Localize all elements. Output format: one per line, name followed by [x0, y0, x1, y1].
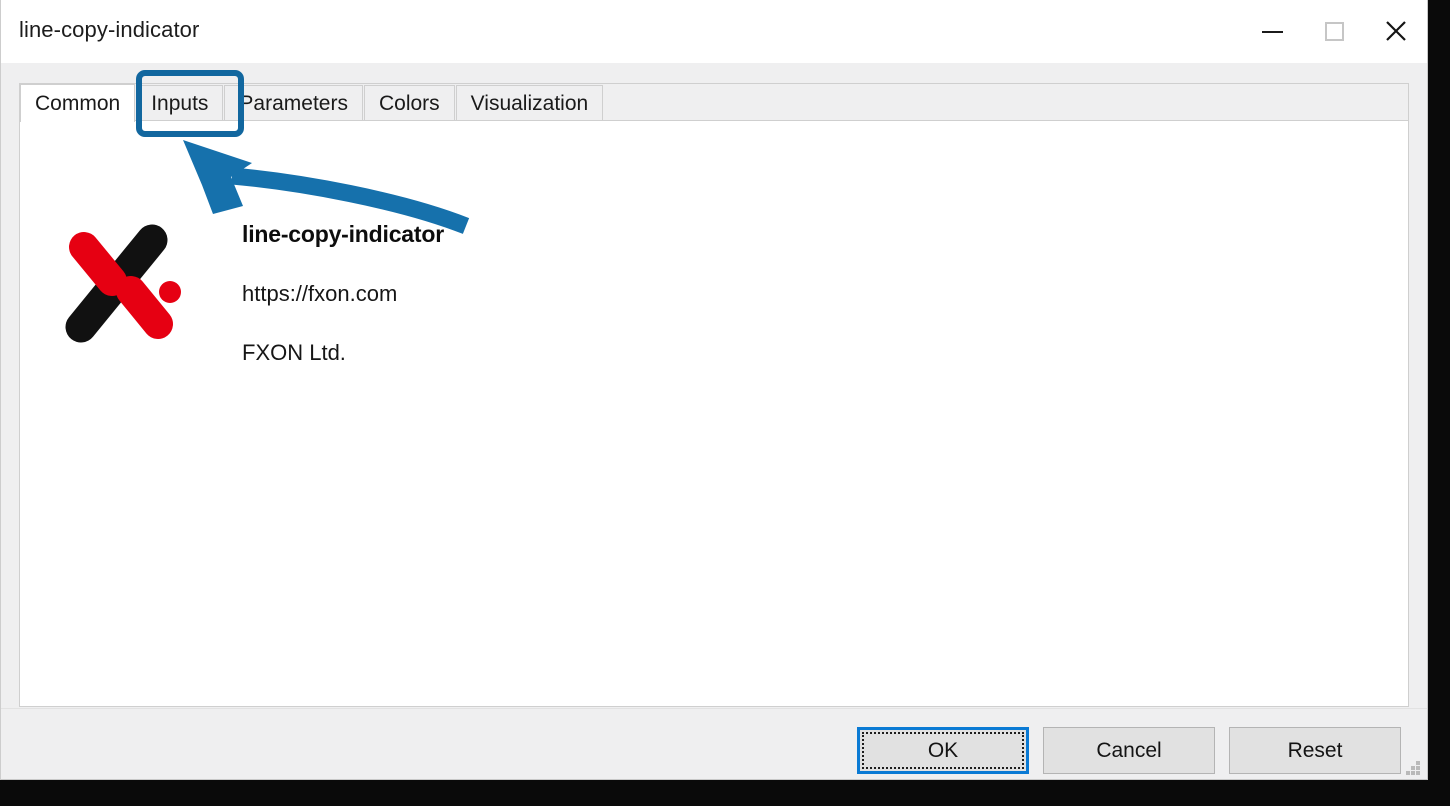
product-name: line-copy-indicator	[242, 221, 444, 247]
reset-button[interactable]: Reset	[1229, 727, 1401, 774]
screen-backdrop: line-copy-indicator Common Inputs Parame…	[0, 0, 1450, 806]
reset-button-label: Reset	[1287, 738, 1343, 762]
tab-label: Visualization	[470, 91, 589, 115]
window-title: line-copy-indicator	[19, 17, 200, 42]
tab-page-common: line-copy-indicator https://fxon.com FXO…	[19, 120, 1409, 707]
tab-label: Colors	[378, 91, 440, 115]
cancel-button[interactable]: Cancel	[1043, 727, 1215, 774]
maximize-icon	[1324, 21, 1344, 41]
dialog-client-area: Common Inputs Parameters Colors Visualiz…	[1, 63, 1427, 779]
tab-strip: Common Inputs Parameters Colors Visualiz…	[19, 83, 1409, 122]
company-name: FXON Ltd.	[242, 340, 346, 365]
tab-label: Parameters	[239, 91, 348, 115]
tab-parameters[interactable]: Parameters	[224, 85, 363, 121]
tab-colors[interactable]: Colors	[363, 85, 455, 121]
tab-label: Common	[35, 91, 121, 115]
ok-button[interactable]: OK	[857, 727, 1029, 774]
window-controls	[1241, 0, 1427, 62]
tab-common[interactable]: Common	[20, 84, 136, 122]
minimize-button[interactable]	[1241, 0, 1303, 62]
title-bar: line-copy-indicator	[1, 0, 1427, 63]
close-button[interactable]	[1365, 0, 1427, 62]
about-panel: line-copy-indicator https://fxon.com FXO…	[20, 121, 1408, 706]
tab-label: Inputs	[151, 91, 209, 115]
dialog-footer: OK Cancel Reset	[1, 708, 1427, 779]
indicator-properties-dialog: line-copy-indicator Common Inputs Parame…	[0, 0, 1428, 780]
fxon-logo	[65, 224, 181, 343]
tab-inputs[interactable]: Inputs	[136, 85, 224, 121]
cancel-button-label: Cancel	[1096, 738, 1162, 762]
dialog-button-row: OK Cancel Reset	[857, 727, 1401, 774]
minimize-icon	[1261, 30, 1283, 33]
ok-button-label: OK	[927, 738, 959, 762]
maximize-button[interactable]	[1303, 0, 1365, 62]
tab-visualization[interactable]: Visualization	[455, 85, 604, 121]
close-icon	[1386, 21, 1406, 41]
resize-grip[interactable]	[1405, 760, 1421, 776]
product-url[interactable]: https://fxon.com	[242, 281, 444, 307]
about-text-block: line-copy-indicator https://fxon.com FXO…	[242, 221, 444, 366]
